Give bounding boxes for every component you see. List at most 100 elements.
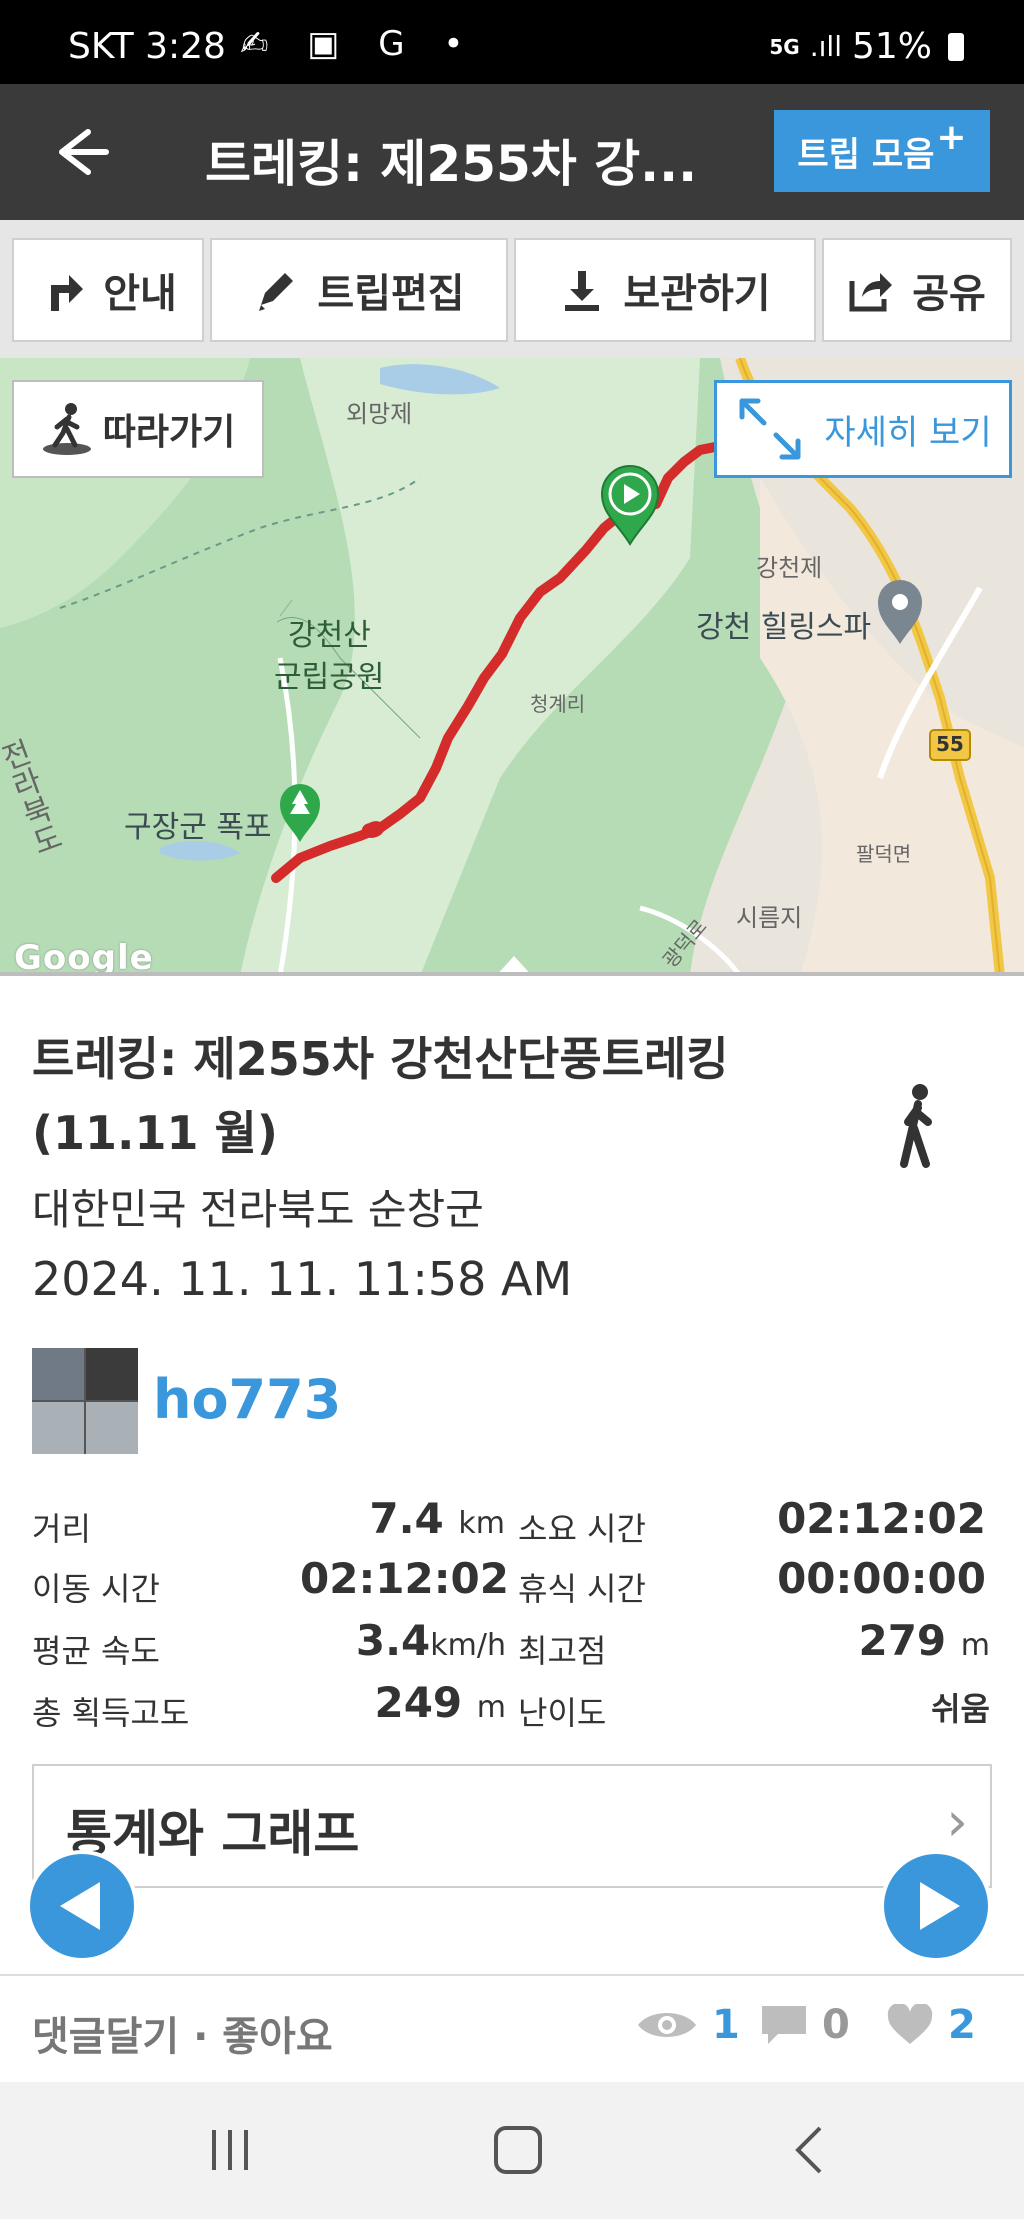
max-altitude-label: 최고점 xyxy=(518,1632,607,1670)
max-altitude-value: 279 m xyxy=(740,1616,990,1665)
trip-name: 트레킹: 제255차 강천산단풍트레킹(11.11 월) xyxy=(32,1032,729,1160)
trip-map[interactable]: 외망제 강천제 강천 힐링스파 강천산 군립공원 청계리 55 전라북도 구장군… xyxy=(0,358,1024,976)
status-bar: SKT 3:28 ✍ ▣ G • 5G .ıll 51% xyxy=(0,0,1024,84)
notification-icons: ✍ ▣ G • xyxy=(240,24,478,64)
status-time: SKT 3:28 xyxy=(68,26,226,67)
signal-icon: .ıll xyxy=(809,30,842,63)
walking-icon xyxy=(900,1084,932,1168)
network-icon: 5G xyxy=(769,34,800,59)
map-label-spa: 강천 힐링스파 xyxy=(696,610,872,645)
heart-icon xyxy=(887,2004,933,2044)
avg-speed-label: 평균 속도 xyxy=(32,1632,160,1670)
start-marker-icon xyxy=(600,465,660,546)
elevation-gain-label: 총 획득고도 xyxy=(32,1694,190,1732)
share-icon xyxy=(849,273,893,312)
waterfall-marker-icon xyxy=(280,784,320,842)
download-icon xyxy=(565,271,600,311)
share-label: 공유 xyxy=(912,271,986,317)
rest-time-value: 00:00:00 xyxy=(777,1554,986,1603)
spa-marker-icon xyxy=(878,580,922,644)
comment-like-link[interactable]: 댓글달기 · 좋아요 xyxy=(32,2004,333,2062)
map-label-park-1: 강천산 xyxy=(288,618,371,653)
pencil-icon xyxy=(259,273,294,311)
views-stat: 1 xyxy=(636,2002,740,2048)
avg-speed-unit: km/h xyxy=(430,1628,506,1663)
battery-icon xyxy=(948,32,964,61)
moving-time-value: 02:12:02 xyxy=(300,1554,509,1603)
likes-stat[interactable]: 2 xyxy=(886,2002,976,2048)
avg-speed-number: 3.4 xyxy=(355,1616,431,1665)
guide-label: 안내 xyxy=(103,271,177,317)
expand-icon xyxy=(739,398,801,460)
recents-icon[interactable] xyxy=(200,2120,260,2180)
map-label-gujang-falls: 구장군 폭포 xyxy=(124,810,272,845)
comment-icon xyxy=(762,2006,806,2044)
duration-value: 02:12:02 xyxy=(777,1494,986,1543)
back-arrow-icon xyxy=(59,129,109,175)
triangle-right-icon xyxy=(920,1882,960,1930)
map-label-gangcheonje: 강천제 xyxy=(756,554,823,582)
trip-info: 트레킹: 제255차 강천산단풍트레킹(11.11 월) 대한민국 전라북도 순… xyxy=(0,976,1024,1976)
comment-bar: 댓글달기 · 좋아요 1 0 2 xyxy=(0,1974,1024,2084)
distance-number: 7.4 xyxy=(369,1494,444,1543)
system-nav-bar xyxy=(0,2082,1024,2219)
follow-button[interactable]: 따라가기 xyxy=(12,380,264,478)
difficulty-label: 난이도 xyxy=(518,1694,607,1732)
home-icon[interactable] xyxy=(488,2120,548,2180)
elevation-gain-value: 249 m xyxy=(300,1678,506,1727)
app-bar: 트레킹: 제255차 강... 트립 모음 + xyxy=(0,84,1024,220)
avg-speed-value: 3.4km/h xyxy=(300,1616,506,1665)
hiker-icon xyxy=(42,403,91,455)
battery-text: 51% xyxy=(851,26,932,67)
trip-location: 대한민국 전라북도 순창군 xyxy=(32,1185,484,1234)
avatar[interactable] xyxy=(32,1348,138,1454)
chevron-right-icon: › xyxy=(946,1790,968,1853)
distance-value: 7.4 km xyxy=(340,1494,505,1543)
duration-label: 소요 시간 xyxy=(518,1510,646,1548)
triangle-left-icon xyxy=(60,1882,100,1930)
save-label: 보관하기 xyxy=(623,271,771,317)
elevation-gain-unit: m xyxy=(476,1690,506,1725)
views-count: 1 xyxy=(712,2002,740,2048)
map-label-road-55: 55 xyxy=(936,732,964,756)
share-button[interactable]: 공유 xyxy=(822,238,1012,342)
elevation-gain-number: 249 xyxy=(374,1678,463,1727)
trip-collection-label: 트립 모음 xyxy=(797,134,935,175)
follow-label: 따라가기 xyxy=(102,412,236,453)
page-title: 트레킹: 제255차 강... xyxy=(205,135,698,193)
comments-count: 0 xyxy=(822,2002,850,2048)
comments-stat[interactable]: 0 xyxy=(760,2002,850,2048)
max-altitude-unit: m xyxy=(960,1628,990,1663)
moving-time-label: 이동 시간 xyxy=(32,1570,160,1608)
view-detail-label: 자세히 보기 xyxy=(824,412,992,453)
username-link[interactable]: ho773 xyxy=(153,1368,341,1431)
trip-collection-button[interactable]: 트립 모음 + xyxy=(774,110,990,192)
guide-button[interactable]: 안내 xyxy=(12,238,204,342)
likes-count: 2 xyxy=(948,2002,976,2048)
google-attribution: Google xyxy=(14,938,154,976)
map-label-sireumji: 시름지 xyxy=(736,904,803,932)
status-right: 5G .ıll 51% xyxy=(769,26,964,67)
map-label-cheonggyeri: 청계리 xyxy=(530,692,586,716)
save-button[interactable]: 보관하기 xyxy=(514,238,816,342)
map-label-park-2: 군립공원 xyxy=(274,660,385,695)
edit-trip-button[interactable]: 트립편집 xyxy=(210,238,508,342)
turn-right-icon xyxy=(51,275,84,311)
max-altitude-number: 279 xyxy=(858,1616,947,1665)
view-detail-button[interactable]: 자세히 보기 xyxy=(714,380,1012,478)
stats-graph-button[interactable]: 통계와 그래프 › xyxy=(32,1764,992,1888)
edit-trip-label: 트립편집 xyxy=(317,271,465,317)
trip-datetime: 2024. 11. 11. 11:58 AM xyxy=(32,1252,573,1306)
previous-trip-button[interactable] xyxy=(26,1850,138,1962)
eye-icon xyxy=(638,2013,696,2037)
difficulty-value: 쉬움 xyxy=(931,1690,990,1728)
back-nav-icon[interactable] xyxy=(780,2120,840,2180)
map-label-paldeok: 팔덕면 xyxy=(856,842,912,866)
map-label-oemangje: 외망제 xyxy=(346,400,413,428)
next-trip-button[interactable] xyxy=(880,1850,992,1962)
action-row: 안내 트립편집 보관하기 공유 xyxy=(0,220,1024,358)
distance-unit: km xyxy=(458,1506,505,1541)
back-button[interactable] xyxy=(40,120,120,184)
plus-icon: + xyxy=(936,116,967,158)
rest-time-label: 휴식 시간 xyxy=(518,1570,646,1608)
